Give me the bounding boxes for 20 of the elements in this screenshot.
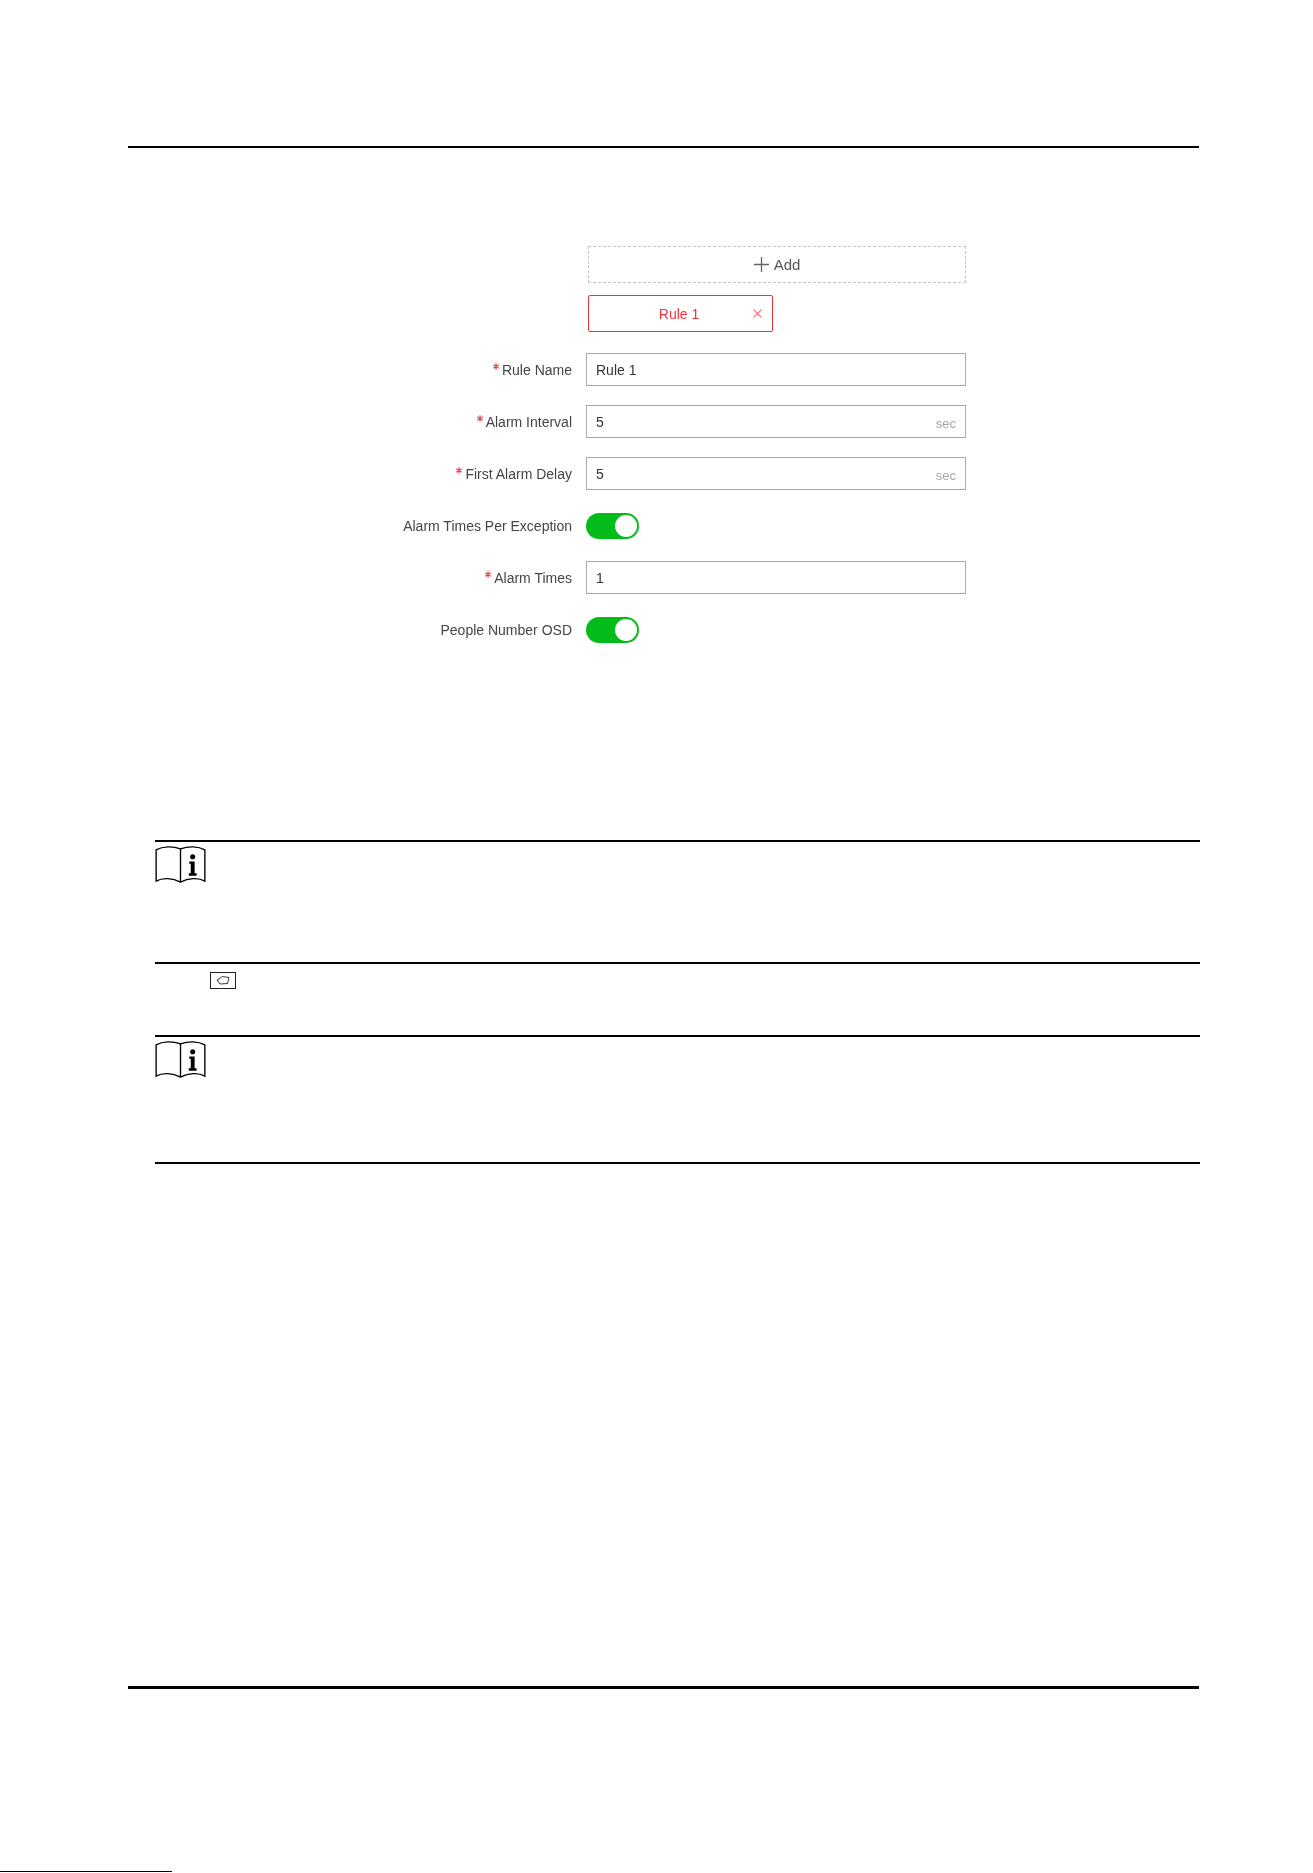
text-field[interactable]: Rule 1 bbox=[586, 353, 966, 386]
toggle-switch[interactable] bbox=[586, 512, 639, 539]
unit-label: sec bbox=[935, 466, 956, 483]
text-field[interactable]: 1 bbox=[586, 561, 966, 594]
field-label: Alarm Times bbox=[494, 569, 572, 586]
toggle-switch[interactable] bbox=[586, 616, 639, 643]
plus-icon bbox=[753, 257, 769, 272]
close-icon[interactable] bbox=[753, 309, 762, 318]
add-button[interactable]: Add bbox=[588, 246, 966, 283]
unit-label: sec bbox=[935, 414, 956, 431]
field-label: First Alarm Delay bbox=[465, 465, 572, 482]
field-label: Alarm Times Per Exception bbox=[403, 517, 572, 534]
text-field[interactable]: 5 sec bbox=[586, 457, 966, 490]
rule-tab[interactable]: Rule 1 bbox=[588, 295, 773, 332]
book-info-icon bbox=[155, 845, 206, 884]
book-info-icon bbox=[155, 1040, 206, 1079]
field-label: Alarm Interval bbox=[485, 413, 572, 430]
field-label: Rule Name bbox=[501, 361, 572, 378]
field-label: People Number OSD bbox=[440, 621, 572, 638]
text-field[interactable]: 5 sec bbox=[586, 405, 966, 438]
